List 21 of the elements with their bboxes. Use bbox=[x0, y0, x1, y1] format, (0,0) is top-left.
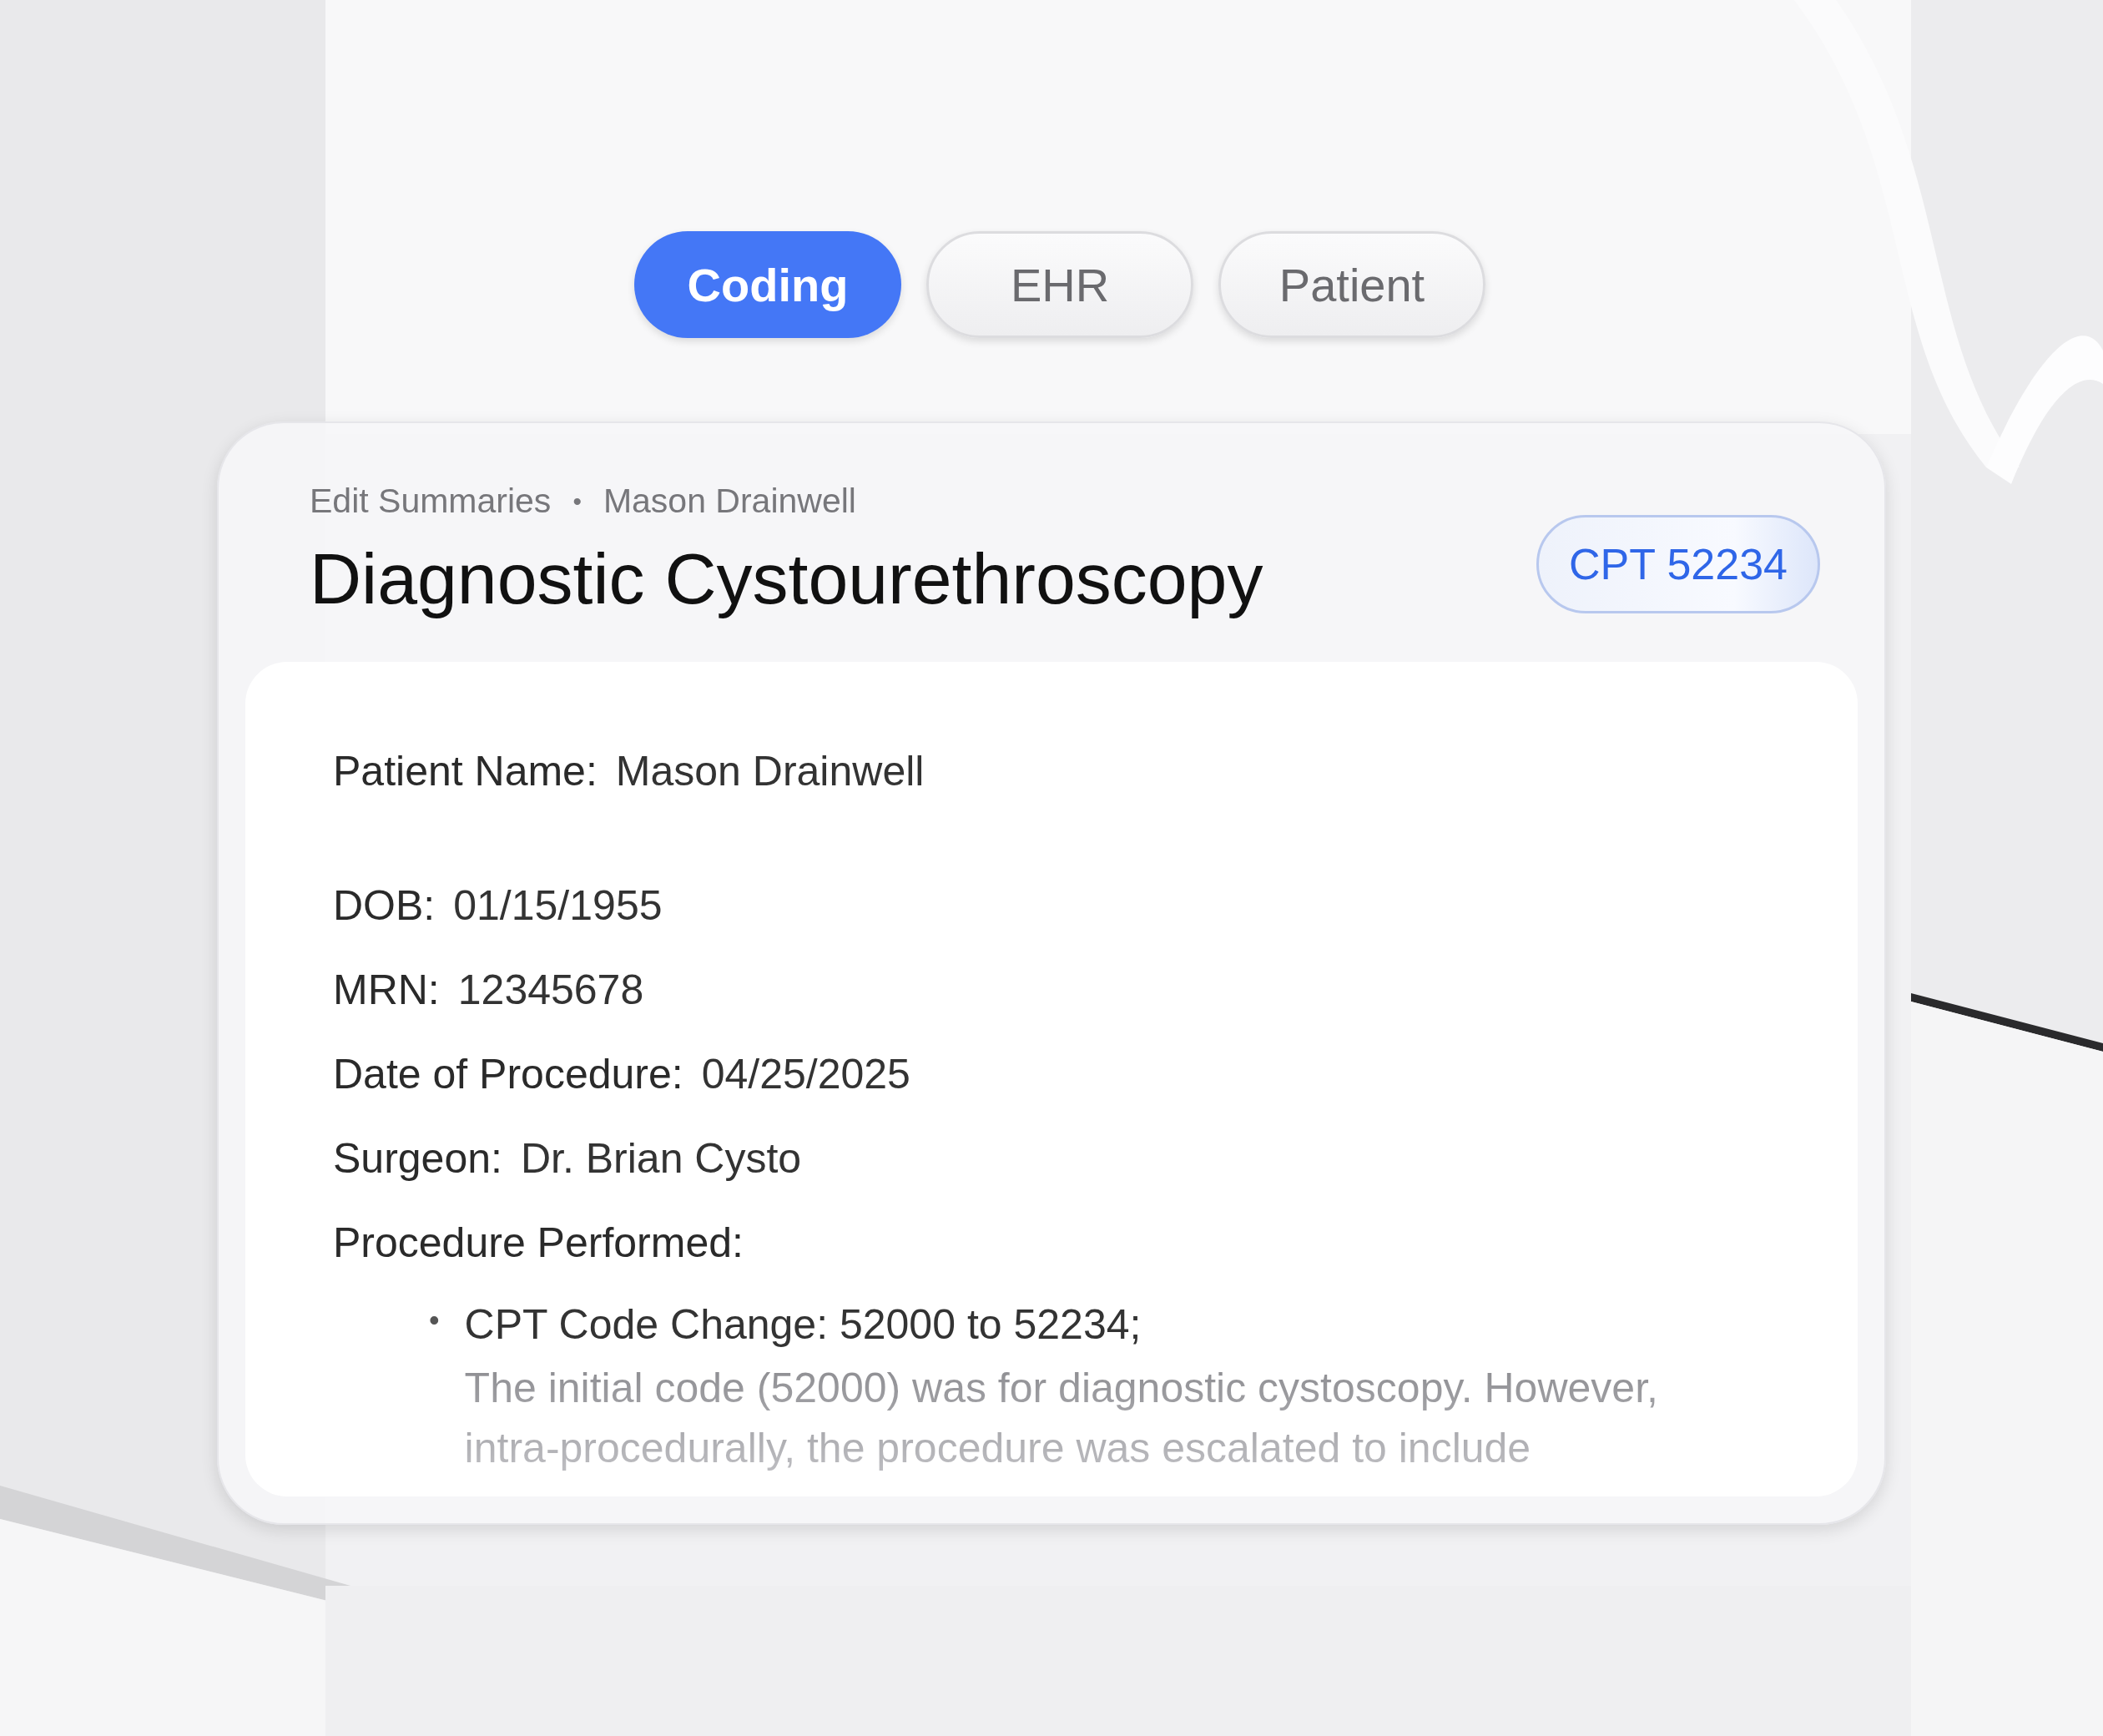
field-label: Patient Name: bbox=[333, 746, 598, 795]
card-title: Diagnostic Cystourethroscopy bbox=[310, 537, 1263, 620]
tab[interactable]: Patient bbox=[1218, 231, 1485, 338]
bullet-icon: • bbox=[429, 1291, 440, 1478]
field-value: 01/15/1955 bbox=[453, 881, 663, 930]
separator-dot-icon: • bbox=[572, 487, 582, 516]
code-badge: CPT 52234 bbox=[1536, 515, 1820, 613]
procedure-heading: CPT Code Change: 52000 to 52234; bbox=[464, 1300, 1142, 1350]
field-value: Dr. Brian Cysto bbox=[520, 1133, 802, 1183]
field-label: Date of Procedure: bbox=[333, 1049, 683, 1098]
breadcrumb-item[interactable]: Edit Summaries bbox=[310, 482, 552, 521]
field-label: Surgeon: bbox=[333, 1133, 502, 1183]
field-value: 12345678 bbox=[457, 965, 644, 1014]
field-value: Mason Drainwell bbox=[615, 746, 925, 795]
tab[interactable]: EHR bbox=[926, 231, 1193, 338]
field-label: DOB: bbox=[333, 881, 436, 930]
breadcrumb-item[interactable]: Mason Drainwell bbox=[603, 482, 856, 521]
section-label: Procedure Performed: bbox=[333, 1218, 744, 1267]
field-label: MRN: bbox=[333, 965, 440, 1014]
field-value: 04/25/2025 bbox=[701, 1049, 910, 1098]
tab[interactable]: Coding bbox=[634, 231, 901, 338]
